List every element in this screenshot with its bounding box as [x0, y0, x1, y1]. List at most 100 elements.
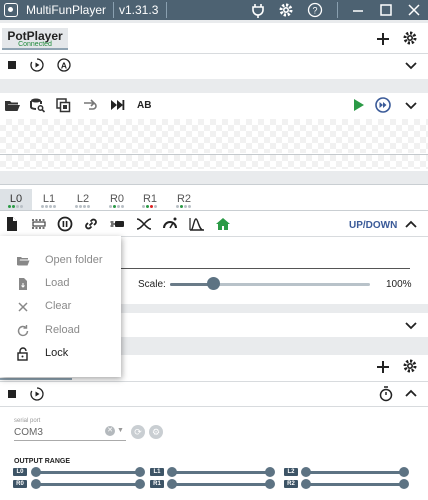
chevron-up-icon[interactable] — [404, 218, 418, 232]
chevron-down-icon[interactable] — [404, 98, 418, 112]
range-min-thumb-r0[interactable] — [31, 479, 41, 489]
title-separator — [113, 2, 114, 18]
home-icon[interactable] — [214, 215, 232, 233]
play-state-icon[interactable] — [28, 56, 46, 74]
add-icon[interactable] — [374, 30, 392, 48]
scale-label: Scale: — [138, 279, 166, 290]
ab-loop-button[interactable]: AB — [137, 100, 151, 111]
menu-item-reload[interactable]: Reload — [0, 320, 121, 342]
range-min-thumb-l0[interactable] — [31, 467, 41, 477]
range-label-r1: R1 — [150, 480, 164, 488]
range-max-thumb-r1[interactable] — [265, 479, 275, 489]
file-icon[interactable] — [3, 215, 21, 233]
play-state-icon[interactable] — [28, 385, 46, 403]
tab-axis-r2[interactable]: R2 — [168, 189, 200, 211]
speed-gauge-icon[interactable] — [161, 215, 179, 233]
scale-slider-fill — [170, 283, 210, 286]
gear-icon[interactable] — [401, 358, 419, 376]
title-bar: MultiFunPlayer v1.31.3 ? — [0, 0, 428, 20]
menu-item-clear[interactable]: Clear — [0, 296, 121, 318]
folder-open-icon[interactable] — [3, 96, 21, 114]
clear-selection-icon[interactable]: ✕ — [105, 426, 115, 436]
clear-icon — [16, 300, 30, 314]
range-icon[interactable] — [30, 215, 48, 233]
tab-axis-l2[interactable]: L2 — [67, 189, 99, 211]
chevron-up-icon[interactable] — [404, 387, 418, 401]
range-min-thumb-r1[interactable] — [167, 479, 177, 489]
pause-circle-icon[interactable] — [56, 215, 74, 233]
motion-mode-button[interactable]: UP/DOWN — [349, 220, 397, 231]
tab-axis-l1[interactable]: L1 — [33, 189, 65, 211]
range-label-r2: R2 — [284, 480, 298, 488]
scale-slider[interactable] — [170, 277, 370, 291]
menu-item-load[interactable]: Load — [0, 273, 121, 295]
range-max-thumb-r0[interactable] — [135, 479, 145, 489]
script-preview-area — [0, 119, 428, 153]
auto-connect-icon[interactable]: A — [55, 56, 73, 74]
script-context-menu: Open folder Load Clear Reload Lock — [0, 236, 121, 377]
svg-text:A: A — [61, 60, 67, 70]
scale-slider-thumb[interactable] — [207, 277, 220, 290]
maximize-icon[interactable] — [378, 2, 394, 18]
dropdown-arrow-icon[interactable]: ▼ — [117, 427, 124, 434]
app-name: MultiFunPlayer — [26, 3, 107, 17]
play-icon[interactable] — [349, 96, 367, 114]
range-track-r0 — [34, 483, 140, 486]
transform-icon[interactable] — [135, 215, 153, 233]
divider — [0, 210, 428, 211]
tab-potplayer[interactable]: PotPlayer Connected — [2, 28, 68, 50]
script-heatmap-area — [0, 155, 428, 169]
database-search-icon[interactable] — [28, 96, 46, 114]
range-label-l2: L2 — [284, 468, 298, 476]
range-max-thumb-r2[interactable] — [399, 479, 409, 489]
app-version: v1.31.3 — [119, 3, 159, 17]
timer-icon[interactable] — [377, 385, 395, 403]
help-icon[interactable]: ? — [307, 2, 323, 18]
bell-curve-icon[interactable] — [188, 215, 206, 233]
output-range-title: OUTPUT RANGE — [14, 458, 70, 465]
gear-icon[interactable]: ⚙ — [149, 425, 163, 439]
tab-axis-l0[interactable]: L0 — [0, 189, 32, 211]
plug-icon[interactable] — [250, 2, 266, 18]
divider — [0, 184, 428, 185]
tab-axis-r1[interactable]: R1 — [134, 189, 166, 211]
link-icon[interactable] — [82, 215, 100, 233]
divider — [0, 53, 428, 54]
menu-item-lock[interactable]: Lock — [0, 343, 121, 365]
range-max-thumb-l2[interactable] — [399, 467, 409, 477]
range-min-thumb-l1[interactable] — [167, 467, 177, 477]
media-source-status: Connected — [18, 41, 52, 48]
chevron-down-icon[interactable] — [404, 58, 418, 72]
app-logo-icon — [4, 3, 18, 17]
range-track-l2 — [304, 471, 406, 474]
skip-forward-icon[interactable] — [108, 96, 126, 114]
menu-item-open-folder[interactable]: Open folder — [0, 250, 121, 272]
add-icon[interactable] — [374, 358, 392, 376]
stop-icon[interactable] — [3, 56, 21, 74]
motor-icon[interactable] — [109, 215, 127, 233]
refresh-icon[interactable]: ⟳ — [131, 425, 145, 439]
file-load-icon — [16, 277, 30, 291]
tab-axis-r0[interactable]: R0 — [101, 189, 133, 211]
stop-icon[interactable] — [3, 385, 21, 403]
gear-icon[interactable] — [278, 2, 294, 18]
chevron-down-icon[interactable] — [404, 318, 418, 332]
gear-icon[interactable] — [401, 30, 419, 48]
axis-value-line — [121, 268, 410, 269]
link-repeat-icon[interactable] — [81, 96, 99, 114]
range-max-thumb-l1[interactable] — [265, 467, 275, 477]
minimize-icon[interactable] — [350, 2, 366, 18]
svg-text:?: ? — [312, 6, 317, 16]
range-max-thumb-l0[interactable] — [135, 467, 145, 477]
output-tab-indicator — [0, 378, 72, 380]
reload-icon — [16, 324, 30, 338]
title-separator — [166, 2, 167, 18]
range-track-l1 — [170, 471, 272, 474]
serial-port-select[interactable]: COM3 — [14, 427, 43, 438]
range-min-thumb-l2[interactable] — [301, 467, 311, 477]
copy-icon[interactable] — [54, 96, 72, 114]
close-icon[interactable] — [406, 2, 422, 18]
range-min-thumb-r2[interactable] — [301, 479, 311, 489]
lock-icon — [16, 347, 30, 361]
autoplay-icon[interactable] — [374, 96, 392, 114]
